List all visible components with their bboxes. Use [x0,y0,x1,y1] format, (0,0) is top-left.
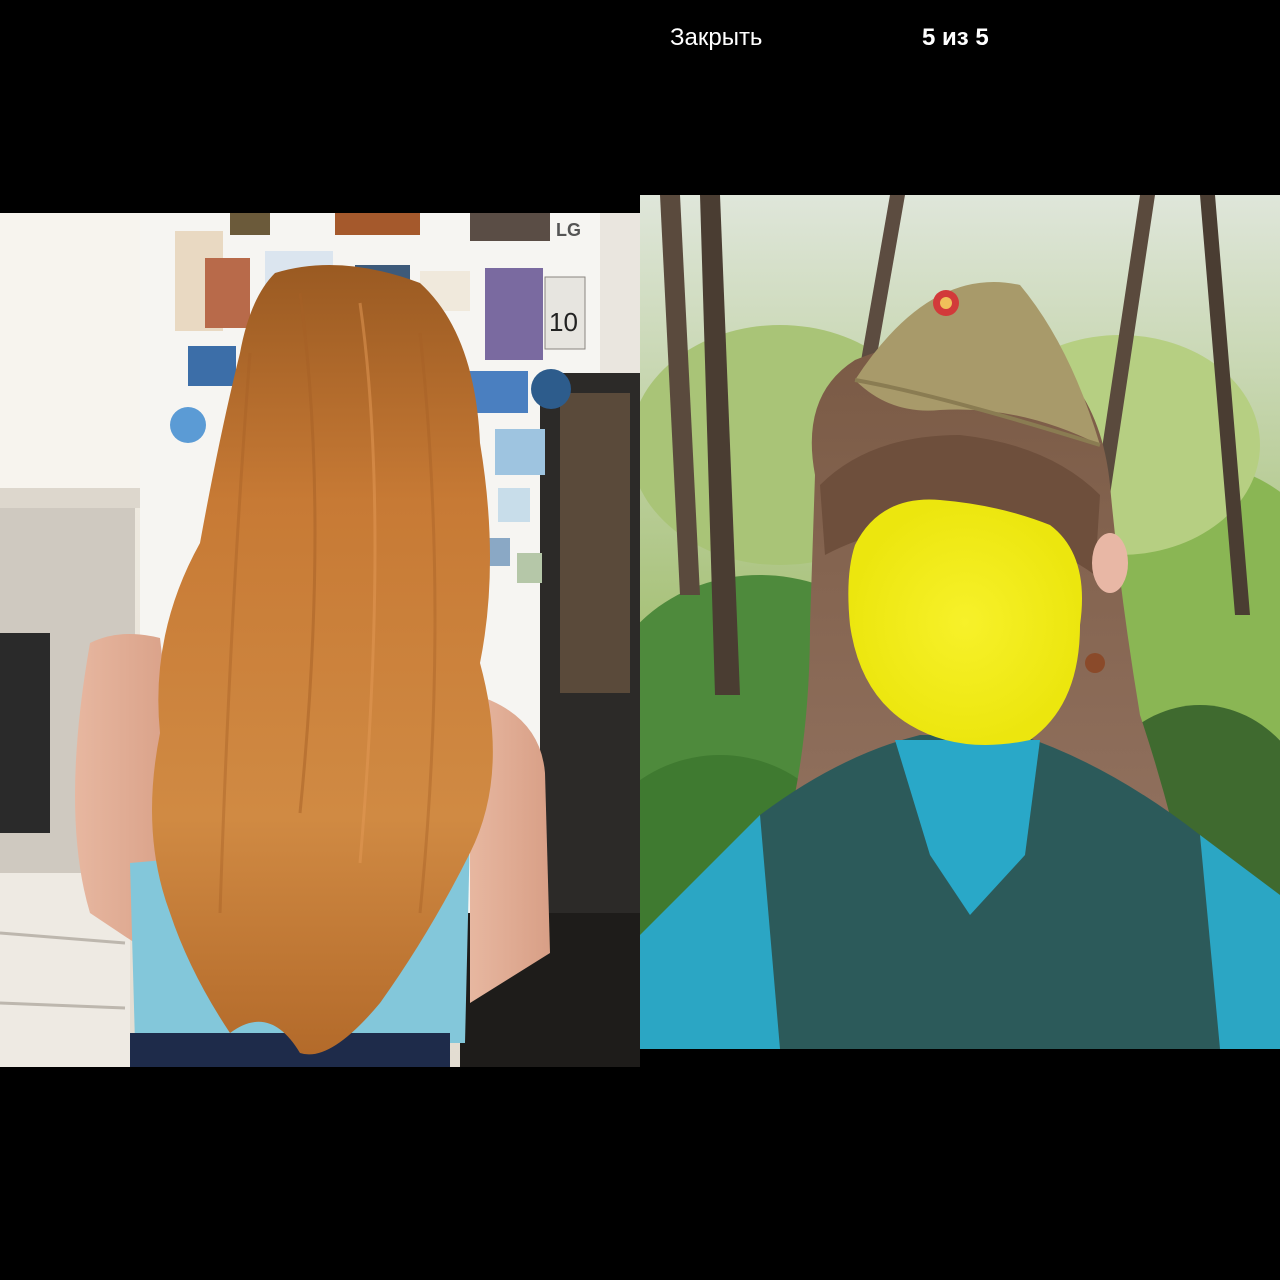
after-photo[interactable] [640,195,1280,1049]
fridge-brand-logo: LG [556,220,581,240]
close-button[interactable]: Закрыть [670,22,762,54]
viewer-top-bar: Закрыть 5 из 5 [0,0,1280,80]
photo-counter: 5 из 5 [922,24,989,51]
fridge-magnet-number: 10 [549,307,578,337]
before-photo[interactable]: 10 LG [0,213,640,1067]
photo-viewer: Закрыть 5 из 5 10 LG [0,0,1280,1280]
